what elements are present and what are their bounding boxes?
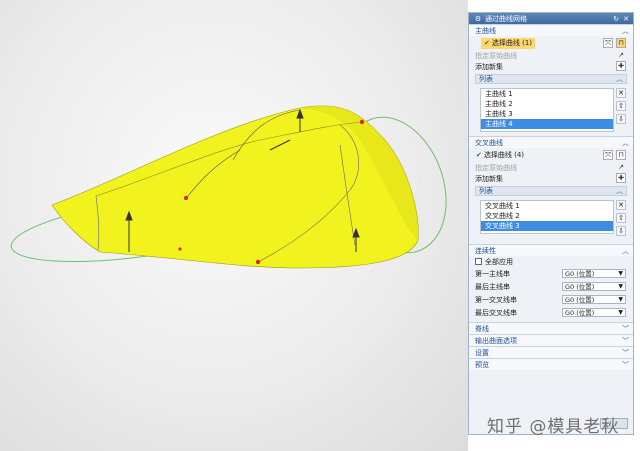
dialog-titlebar: ⚙ 通过曲线网格 ↻ ✕ <box>469 13 633 24</box>
section-continuity[interactable]: 连续性 ︿ <box>469 244 633 256</box>
dialog-title: 通过曲线网格 <box>485 14 527 23</box>
curve-rule-icon[interactable]: ⤧ <box>603 150 613 160</box>
continuity-row: 第一交叉线串 G0 (位置) ▼ <box>469 293 633 306</box>
chevron-down-icon: ▼ <box>618 283 623 290</box>
add-new-set-icon[interactable]: ✚ <box>616 61 626 71</box>
select-curve-label: 选择曲线 (1) <box>491 39 533 47</box>
cross-add-row[interactable]: 添加新集 ✚ <box>469 173 633 184</box>
section-title: 连续性 <box>475 246 496 255</box>
watermark: 知乎 @模具老秋 <box>487 417 620 437</box>
continuity-row: 最后交叉线串 G0 (位置) ▼ <box>469 306 633 319</box>
select-curve-icon[interactable]: ⊓ <box>616 38 626 48</box>
list-title: 列表 <box>479 75 493 83</box>
section-cross-curves[interactable]: 交叉曲线 ︿ <box>469 136 633 148</box>
reset-icon[interactable]: ↻ <box>612 15 620 23</box>
continuity-dropdown[interactable]: G0 (位置) ▼ <box>562 295 626 304</box>
continuity-label: 最后主线串 <box>475 282 510 291</box>
dropdown-value: G0 (位置) <box>565 309 595 317</box>
primary-reverse-row[interactable]: 指定原始曲线 ↗ <box>469 50 633 61</box>
reverse-direction-label: 指定原始曲线 <box>475 163 517 172</box>
dropdown-value: G0 (位置) <box>565 283 595 291</box>
add-new-set-icon[interactable]: ✚ <box>616 173 626 183</box>
continuity-dropdown[interactable]: G0 (位置) ▼ <box>562 308 626 317</box>
chevron-down-icon: ﹀ <box>622 336 629 345</box>
list-item[interactable]: 交叉曲线 1 <box>481 201 613 211</box>
select-curve-icon[interactable]: ⊓ <box>616 150 626 160</box>
chevron-up-icon: ︿ <box>616 187 623 195</box>
move-up-icon[interactable]: ⇧ <box>616 213 626 223</box>
remove-icon[interactable]: ✕ <box>616 200 626 210</box>
section-title: 交叉曲线 <box>475 138 503 147</box>
apply-all-checkbox[interactable] <box>475 258 482 265</box>
move-down-icon[interactable]: ⇩ <box>616 114 626 124</box>
reverse-direction-icon[interactable]: ↗ <box>616 162 626 172</box>
section-output-options[interactable]: 输出曲面选项 ﹀ <box>469 334 633 346</box>
primary-select-row[interactable]: ✔ 选择曲线 (1) ⤧ ⊓ <box>469 36 633 50</box>
gear-icon[interactable]: ⚙ <box>474 15 482 23</box>
chevron-down-icon: ▼ <box>618 296 623 303</box>
chevron-down-icon: ▼ <box>618 270 623 277</box>
list-item[interactable]: 主曲线 4 <box>481 119 613 129</box>
continuity-label: 第一交叉线串 <box>475 295 517 304</box>
chevron-down-icon: ﹀ <box>622 324 629 333</box>
dropdown-value: G0 (位置) <box>565 270 595 278</box>
chevron-down-icon: ﹀ <box>622 348 629 357</box>
section-spine[interactable]: 脊线 ﹀ <box>469 322 633 334</box>
chevron-down-icon: ﹀ <box>622 360 629 369</box>
chevron-up-icon: ︿ <box>616 75 623 83</box>
section-title: 输出曲面选项 <box>475 336 517 345</box>
list-item[interactable]: 主曲线 3 <box>481 109 613 119</box>
continuity-dropdown[interactable]: G0 (位置) ▼ <box>562 269 626 278</box>
chevron-down-icon: ▼ <box>618 309 623 316</box>
move-up-icon[interactable]: ⇧ <box>616 101 626 111</box>
section-preview[interactable]: 预览 ﹀ <box>469 358 633 370</box>
graphics-viewport[interactable] <box>0 0 468 451</box>
check-icon: ✔ <box>484 39 490 47</box>
section-title: 脊线 <box>475 324 489 333</box>
primary-add-row[interactable]: 添加新集 ✚ <box>469 61 633 72</box>
continuity-row: 第一主线串 G0 (位置) ▼ <box>469 267 633 280</box>
section-title: 预览 <box>475 360 489 369</box>
surface-model <box>10 105 447 269</box>
mesh-surface-dialog: ⚙ 通过曲线网格 ↻ ✕ 主曲线 ︿ ✔ 选择曲线 (1) ⤧ ⊓ 指定原始曲线… <box>468 12 634 435</box>
cross-reverse-row[interactable]: 指定原始曲线 ↗ <box>469 162 633 173</box>
chevron-up-icon: ︿ <box>622 138 629 147</box>
section-settings[interactable]: 设置 ﹀ <box>469 346 633 358</box>
continuity-label: 最后交叉线串 <box>475 308 517 317</box>
check-icon: ✔ <box>476 151 482 159</box>
primary-list-header[interactable]: 列表 ︿ <box>475 74 627 84</box>
chevron-up-icon: ︿ <box>622 246 629 255</box>
continuity-label: 第一主线串 <box>475 269 510 278</box>
reverse-direction-label: 指定原始曲线 <box>475 51 517 60</box>
cross-select-row[interactable]: ✔ 选择曲线 (4) ⤧ ⊓ <box>469 148 633 162</box>
curve-rule-icon[interactable]: ⤧ <box>603 38 613 48</box>
move-down-icon[interactable]: ⇩ <box>616 226 626 236</box>
reverse-direction-icon[interactable]: ↗ <box>616 50 626 60</box>
select-curve-field[interactable]: ✔ 选择曲线 (1) <box>481 37 536 49</box>
chevron-up-icon: ︿ <box>622 26 629 35</box>
list-item[interactable]: 主曲线 1 <box>481 89 613 99</box>
apply-all-row[interactable]: 全部应用 <box>469 256 633 267</box>
continuity-row: 最后主线串 G0 (位置) ▼ <box>469 280 633 293</box>
continuity-dropdown[interactable]: G0 (位置) ▼ <box>562 282 626 291</box>
select-curve-label: 选择曲线 (4) <box>483 151 525 159</box>
section-title: 设置 <box>475 348 489 357</box>
section-primary-curves[interactable]: 主曲线 ︿ <box>469 24 633 36</box>
section-title: 主曲线 <box>475 26 496 35</box>
list-item[interactable]: 交叉曲线 2 <box>481 211 613 221</box>
list-item[interactable]: 主曲线 2 <box>481 99 613 109</box>
list-title: 列表 <box>479 187 493 195</box>
add-new-set-label: 添加新集 <box>475 62 503 71</box>
close-icon[interactable]: ✕ <box>622 15 630 23</box>
cross-curve-list[interactable]: 交叉曲线 1 交叉曲线 2 交叉曲线 3 <box>480 200 614 234</box>
dropdown-value: G0 (位置) <box>565 296 595 304</box>
apply-all-label: 全部应用 <box>485 257 513 266</box>
list-item[interactable]: 交叉曲线 3 <box>481 221 613 231</box>
remove-icon[interactable]: ✕ <box>616 88 626 98</box>
cross-list-header[interactable]: 列表 ︿ <box>475 186 627 196</box>
primary-curve-list[interactable]: 主曲线 1 主曲线 2 主曲线 3 主曲线 4 <box>480 88 614 132</box>
add-new-set-label: 添加新集 <box>475 174 503 183</box>
